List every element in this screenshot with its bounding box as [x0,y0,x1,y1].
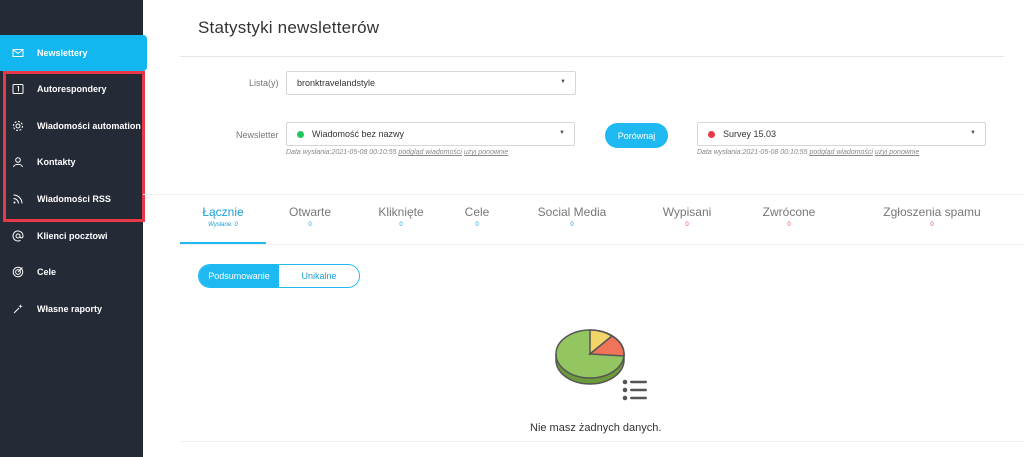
preview-link[interactable]: podgląd wiadomości [398,149,461,156]
sidebar-item-label: Własne raporty [37,304,103,314]
tab-value: Wysłane: 0 [208,222,238,228]
newsletter-select-value: Wiadomość bez nazwy [312,129,405,139]
page-title: Statystyki newsletterów [198,18,380,37]
tab-opened[interactable]: Otwarte 0 [275,205,345,228]
sidebar-item-mail-clients[interactable]: Klienci pocztowi [0,219,143,253]
chevron-down-icon: ▼ [970,130,976,136]
sent-date-value: 2021-05-08 00:10:55 [742,149,808,156]
tab-value: 0 [308,222,312,228]
sent-date-label: Data wysłania: [697,149,743,156]
divider [180,244,1024,245]
list-select[interactable]: bronktravelandstyle ▼ [286,71,576,95]
empty-state-message: Nie masz żadnych danych. [530,422,662,434]
sparkle-icon [11,302,25,316]
tab-total[interactable]: Łącznie Wysłane: 0 [180,205,266,228]
tab-label: Łącznie [202,205,244,219]
status-dot-icon [297,130,304,138]
highlight-box [3,71,145,222]
tab-value: 0 [930,222,934,228]
sidebar-item-label: Klienci pocztowi [37,231,108,241]
tab-social-media[interactable]: Social Media 0 [527,205,617,228]
tab-spam-reports[interactable]: Zgłoszenia spamu 0 [880,205,984,228]
at-icon [11,229,25,243]
list-select-value: bronktravelandstyle [297,78,376,88]
tab-bounced[interactable]: Zwrócone 0 [754,205,824,228]
sent-date-label: Data wysłania: [286,149,332,156]
tab-value: 0 [475,222,479,228]
view-toggle: Podsumowanie Unikalne [198,264,360,288]
tab-label: Cele [464,205,490,219]
divider [180,56,1004,57]
sidebar-item-label: Cele [37,267,57,277]
sidebar-item-goals[interactable]: Cele [0,255,143,289]
tab-goals[interactable]: Cele 0 [447,205,507,228]
reuse-link[interactable]: użyj ponownie [875,149,919,156]
compare-sent-meta: Data wysłania:2021-05-08 00:10:55 podglą… [697,149,919,156]
newsletter-sent-meta: Data wysłania:2021-05-08 00:10:55 podglą… [286,149,508,156]
compare-select-value: Survey 15.03 [723,129,777,139]
sidebar-item-custom-reports[interactable]: Własne raporty [0,292,143,326]
envelope-icon [11,46,25,60]
tab-label: Otwarte [288,205,331,219]
tab-value: 0 [570,222,574,228]
tab-label: Kliknięte [378,205,424,219]
tab-label: Zgłoszenia spamu [883,205,981,219]
target-icon [11,265,25,279]
tab-label: Social Media [537,205,607,219]
reuse-link[interactable]: użyj ponownie [464,149,508,156]
chevron-down-icon: ▼ [559,130,565,136]
divider [180,441,1024,442]
tab-value: 0 [685,222,689,228]
sidebar-item-newsletters[interactable]: Newslettery [0,35,147,71]
tab-value: 0 [399,222,403,228]
tab-unsubscribed[interactable]: Wypisani 0 [652,205,722,228]
newsletter-select[interactable]: Wiadomość bez nazwy ▼ [286,122,575,146]
tab-label: Zwrócone [762,205,816,219]
status-dot-icon [708,130,715,138]
tab-label: Wypisani [662,205,712,219]
tab-clicked[interactable]: Kliknięte 0 [366,205,436,228]
summary-toggle-button[interactable]: Podsumowanie [199,265,279,287]
compare-select[interactable]: Survey 15.03 ▼ [697,122,986,146]
divider [143,194,1024,195]
list-label: Lista(y) [249,78,279,88]
sidebar-item-label: Newslettery [37,48,88,58]
unique-toggle-button[interactable]: Unikalne [279,265,359,287]
preview-link[interactable]: podgląd wiadomości [809,149,872,156]
compare-button[interactable]: Porównaj [605,123,668,148]
chevron-down-icon: ▼ [560,79,566,85]
sidebar: Newslettery Autorespondery Wiadomości au… [0,0,147,457]
sent-date-value: 2021-05-08 00:10:55 [331,149,397,156]
pie-chart-list-icon [555,329,647,401]
newsletter-label: Newsletter [236,130,279,140]
tab-value: 0 [787,222,791,228]
